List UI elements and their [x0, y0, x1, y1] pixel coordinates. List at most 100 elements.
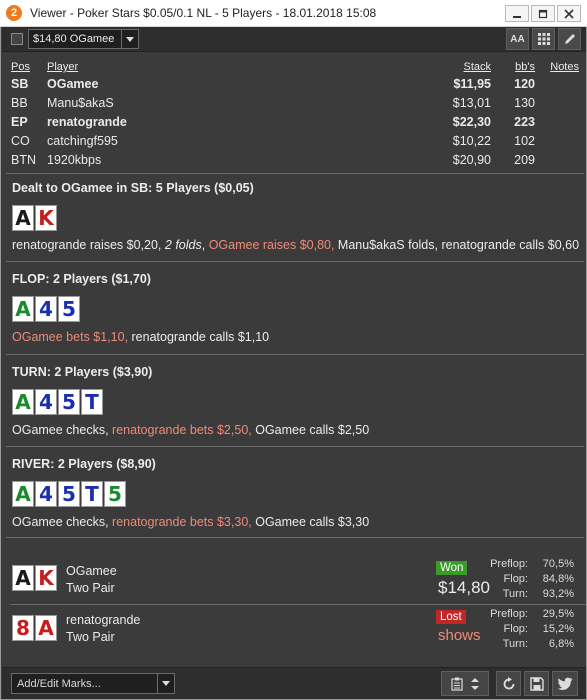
header-notes[interactable]: Notes	[550, 61, 579, 73]
equity-label: Preflop:	[490, 608, 528, 620]
table-row[interactable]: EP renatogrande $22,30 223	[11, 113, 579, 132]
row-pos: BTN	[11, 153, 36, 167]
river-cards: A 4 5 T 5	[12, 481, 126, 507]
table-row[interactable]: CO catchingf595 $10,22 102	[11, 132, 579, 151]
row-bbs: 120	[514, 77, 535, 91]
row-player: catchingf595	[47, 134, 118, 148]
equity-label: Flop:	[503, 573, 528, 585]
row-stack: $20,90	[452, 153, 491, 167]
result-hand-rank: Two Pair	[66, 581, 115, 595]
row-pos: SB	[11, 77, 29, 91]
edit-button[interactable]	[558, 28, 581, 50]
action-text: ,	[201, 238, 209, 252]
row-pos: BB	[11, 96, 28, 110]
card: 8	[12, 615, 34, 641]
window-title-bar: 2 Viewer - Poker Stars $0.05/0.1 NL - 5 …	[0, 0, 587, 27]
chevron-down-icon	[121, 30, 138, 48]
result-cards: A K	[12, 565, 57, 591]
select-checkbox[interactable]	[11, 33, 23, 45]
row-stack: $11,95	[453, 77, 491, 91]
viewer-frame: $14,80 OGamee AA Pos Player Stack bb's N…	[0, 27, 587, 700]
divider	[10, 604, 586, 605]
row-bbs: 102	[514, 134, 535, 148]
row-pos: CO	[11, 134, 30, 148]
minimize-icon	[513, 15, 521, 18]
equity-label: Turn:	[502, 588, 528, 600]
preflop-title: Dealt to OGamee in SB: 5 Players ($0,05)	[12, 181, 254, 195]
card: 4	[35, 389, 57, 415]
row-stack: $22,30	[452, 115, 491, 129]
font-size-button[interactable]: AA	[506, 28, 529, 50]
lost-badge: Lost	[436, 610, 466, 624]
replayer-button[interactable]	[441, 671, 489, 696]
spinner-arrows-icon	[471, 677, 479, 690]
bottom-toolbar: Add/Edit Marks...	[2, 667, 586, 699]
action-text: renatogrande raises $0,20,	[12, 238, 165, 252]
grid-view-button[interactable]	[532, 28, 555, 50]
toolbar: $14,80 OGamee AA	[2, 27, 586, 52]
flop-title: FLOP: 2 Players ($1,70)	[12, 272, 151, 286]
action-text: OGamee calls $2,50	[251, 423, 370, 437]
twitter-share-button[interactable]	[552, 671, 578, 696]
row-bbs: 209	[514, 153, 535, 167]
players-table: Pos Player Stack bb's Notes SB OGamee $1…	[11, 59, 579, 170]
flop-actions: OGamee bets $1,10, renatogrande calls $1…	[12, 330, 269, 344]
card: A	[12, 296, 34, 322]
hole-cards: A K	[12, 205, 57, 231]
marks-select-label: Add/Edit Marks...	[17, 677, 101, 690]
row-stack: $10,22	[452, 134, 491, 148]
refresh-button[interactable]	[496, 671, 521, 696]
divider	[6, 261, 584, 262]
window-title: Viewer - Poker Stars $0.05/0.1 NL - 5 Pl…	[30, 6, 377, 20]
result-player-name: renatogrande	[66, 613, 141, 627]
row-player: 1920kbps	[47, 153, 102, 167]
river-actions: OGamee checks, renatogrande bets $3,30, …	[12, 515, 369, 529]
action-text: 2 folds	[164, 238, 202, 252]
table-row[interactable]: BTN 1920kbps $20,90 209	[11, 151, 579, 170]
player-select-value: $14,80 OGamee	[33, 33, 115, 45]
action-text: OGamee checks,	[12, 515, 113, 529]
pencil-icon	[564, 34, 575, 44]
header-player[interactable]: Player	[47, 61, 78, 73]
hero-action-text: OGamee bets $1,10,	[12, 330, 129, 344]
row-bbs: 130	[514, 96, 535, 110]
header-pos[interactable]: Pos	[11, 61, 30, 73]
minimize-button[interactable]	[505, 5, 529, 22]
card: T	[81, 389, 103, 415]
equity-label: Flop:	[503, 623, 528, 635]
divider	[6, 173, 584, 174]
table-row[interactable]: SB OGamee $11,95 120	[11, 75, 579, 94]
equity-label: Preflop:	[490, 558, 528, 570]
marks-select[interactable]: Add/Edit Marks...	[11, 673, 175, 694]
card: A	[12, 565, 34, 591]
action-text: OGamee calls $3,30	[251, 515, 370, 529]
save-button[interactable]	[524, 671, 549, 696]
equity-value: 84,8%	[542, 573, 574, 585]
close-button[interactable]	[557, 5, 581, 22]
divider	[6, 354, 584, 355]
card: 5	[104, 481, 126, 507]
app-icon: 2	[6, 5, 22, 21]
player-select[interactable]: $14,80 OGamee	[28, 29, 139, 49]
floppy-disk-icon	[529, 676, 544, 691]
equity-stats: Preflop: 70,5% Flop: 84,8% Turn: 93,2%	[474, 558, 574, 603]
river-title: RIVER: 2 Players ($8,90)	[12, 457, 156, 471]
divider	[6, 446, 584, 447]
row-player: Manu$akaS	[47, 96, 114, 110]
result-player-name: OGamee	[66, 564, 117, 578]
row-bbs: 223	[514, 115, 535, 129]
header-bbs[interactable]: bb's	[515, 61, 535, 73]
refresh-icon	[503, 676, 514, 689]
row-stack: $13,01	[452, 96, 491, 110]
equity-value: 6,8%	[548, 638, 574, 650]
grid-icon	[537, 33, 550, 45]
equity-stats: Preflop: 29,5% Flop: 15,2% Turn: 6,8%	[474, 608, 574, 653]
maximize-button[interactable]	[531, 5, 555, 22]
hero-action-text: OGamee raises $0,80,	[208, 238, 335, 252]
card: 5	[58, 389, 80, 415]
header-stack[interactable]: Stack	[463, 61, 491, 73]
equity-value: 70,5%	[542, 558, 574, 570]
table-row[interactable]: BB Manu$akaS $13,01 130	[11, 94, 579, 113]
hand-history-content: Pos Player Stack bb's Notes SB OGamee $1…	[2, 53, 586, 667]
divider	[6, 537, 584, 538]
